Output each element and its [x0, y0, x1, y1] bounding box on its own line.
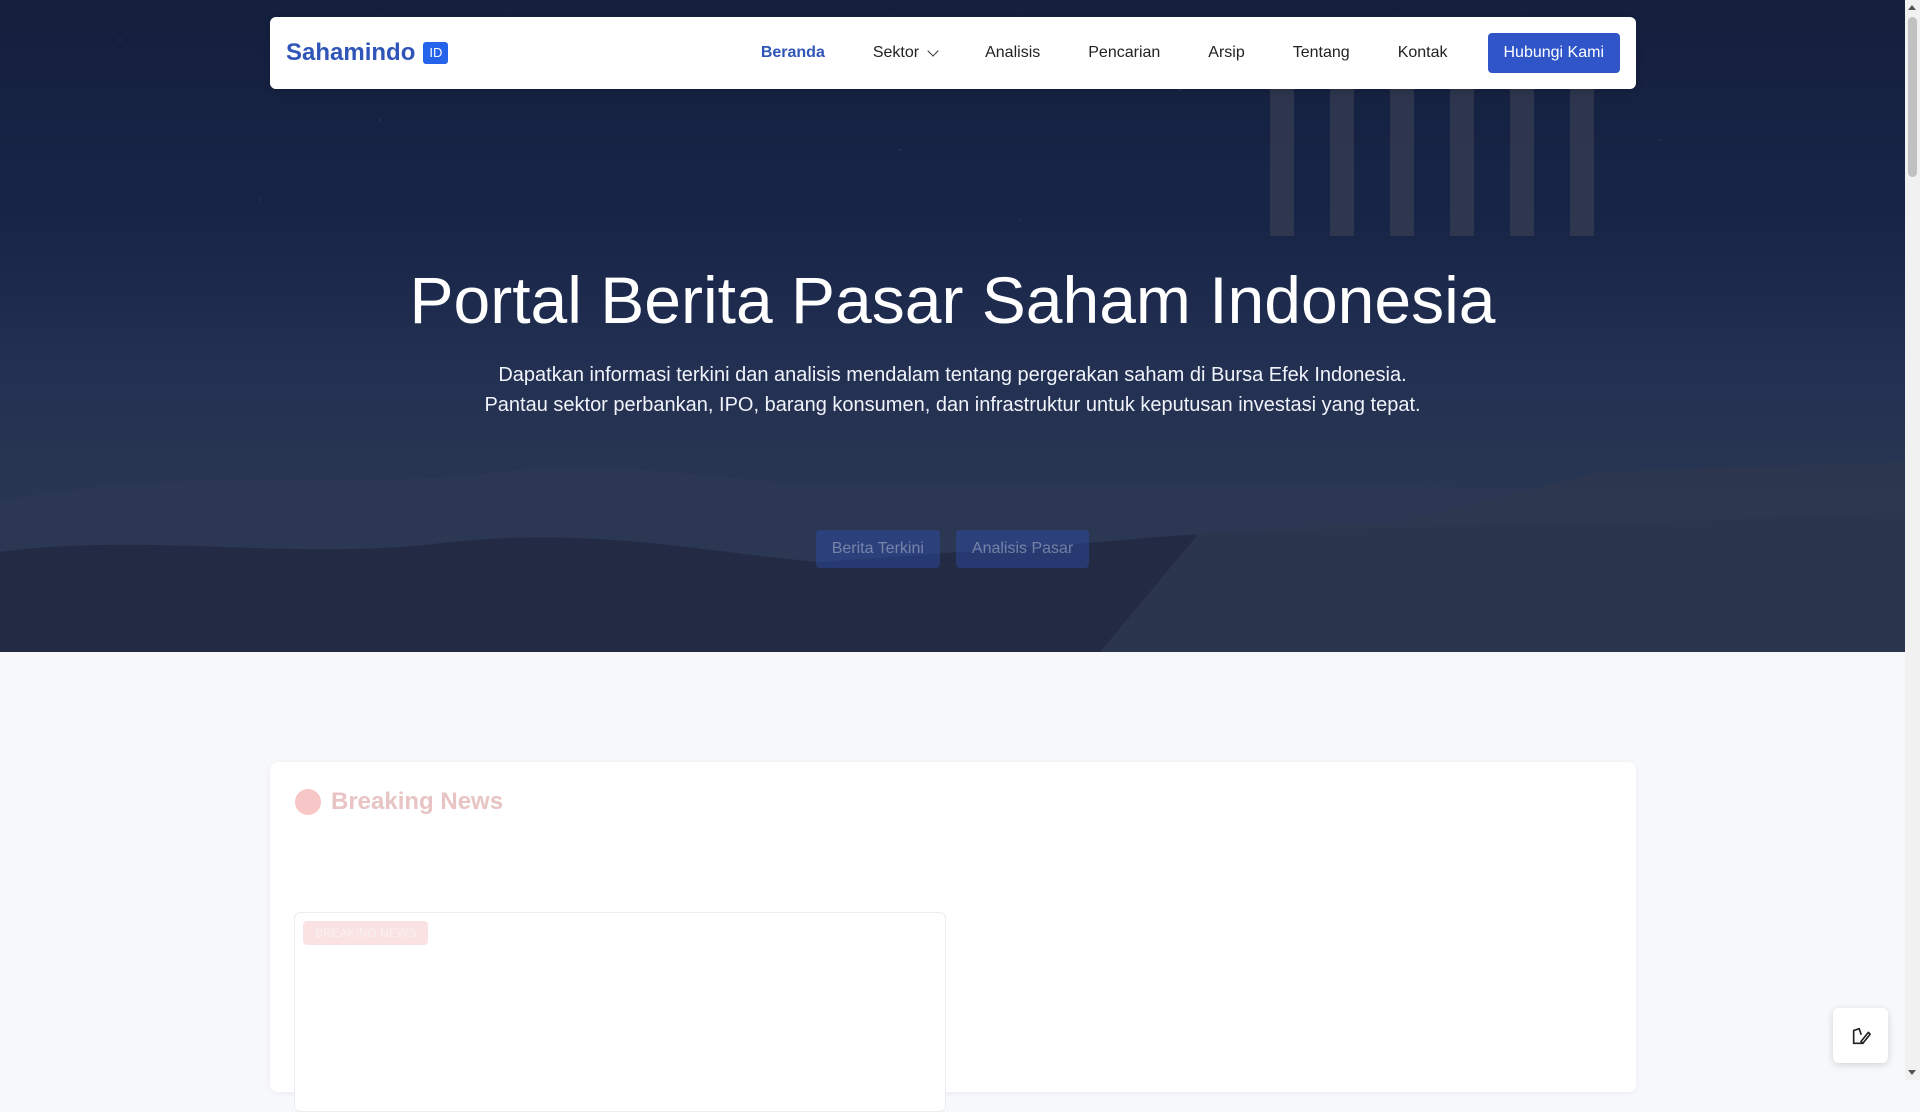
breaking-news-title: Breaking News	[331, 788, 504, 815]
hero-subtitle: Dapatkan informasi terkini dan analisis …	[0, 360, 1905, 420]
scroll-down-icon[interactable]	[1908, 1070, 1916, 1075]
hero-content: Portal Berita Pasar Saham Indonesia Dapa…	[0, 0, 1905, 652]
breaking-news-section: Breaking News BREAKING NEWS	[270, 762, 1636, 1112]
breaking-news-header: Breaking News	[295, 788, 503, 816]
nav-link-pencarian[interactable]: Pencarian	[1088, 44, 1160, 62]
nav-links: Beranda Sektor Analisis Pencarian Arsip …	[737, 33, 1620, 73]
breaking-news-tag: BREAKING NEWS	[303, 921, 429, 945]
brand-logo[interactable]: Sahamindo ID	[286, 39, 449, 67]
hero-buttons: Berita Terkini Analisis Pasar	[0, 530, 1905, 568]
hero-subtitle-line-1: Dapatkan informasi terkini dan analisis …	[498, 364, 1407, 386]
hero-title: Portal Berita Pasar Saham Indonesia	[409, 263, 1496, 337]
page-scrollbar[interactable]	[1905, 0, 1920, 1080]
brand-name: Sahamindo	[286, 39, 416, 66]
contact-us-button[interactable]: Hubungi Kami	[1487, 33, 1620, 73]
nav-link-sektor[interactable]: Sektor	[872, 44, 939, 62]
news-card[interactable]: BREAKING NEWS	[294, 912, 946, 1112]
nav-link-beranda[interactable]: Beranda	[761, 44, 825, 62]
nav-link-analisis[interactable]: Analisis	[985, 44, 1040, 62]
chevron-down-icon	[927, 45, 939, 57]
nav-link-tentang[interactable]: Tentang	[1293, 44, 1350, 62]
market-analysis-button[interactable]: Analisis Pasar	[955, 530, 1090, 568]
live-dot-icon	[295, 789, 321, 815]
nav-link-arsip[interactable]: Arsip	[1208, 44, 1244, 62]
nav-link-sektor-label: Sektor	[872, 44, 920, 61]
scroll-thumb[interactable]	[1908, 17, 1917, 177]
brand-badge: ID	[423, 42, 449, 64]
palette-brush-icon	[1852, 1027, 1871, 1044]
theme-customizer-button[interactable]	[1833, 1008, 1888, 1063]
nav-link-kontak[interactable]: Kontak	[1398, 44, 1448, 62]
scroll-up-icon[interactable]	[1908, 5, 1916, 10]
latest-news-button[interactable]: Berita Terkini	[815, 530, 940, 568]
hero-subtitle-line-2: Pantau sektor perbankan, IPO, barang kon…	[484, 394, 1421, 416]
navbar: Sahamindo ID Beranda Sektor Analisis Pen…	[270, 17, 1636, 89]
